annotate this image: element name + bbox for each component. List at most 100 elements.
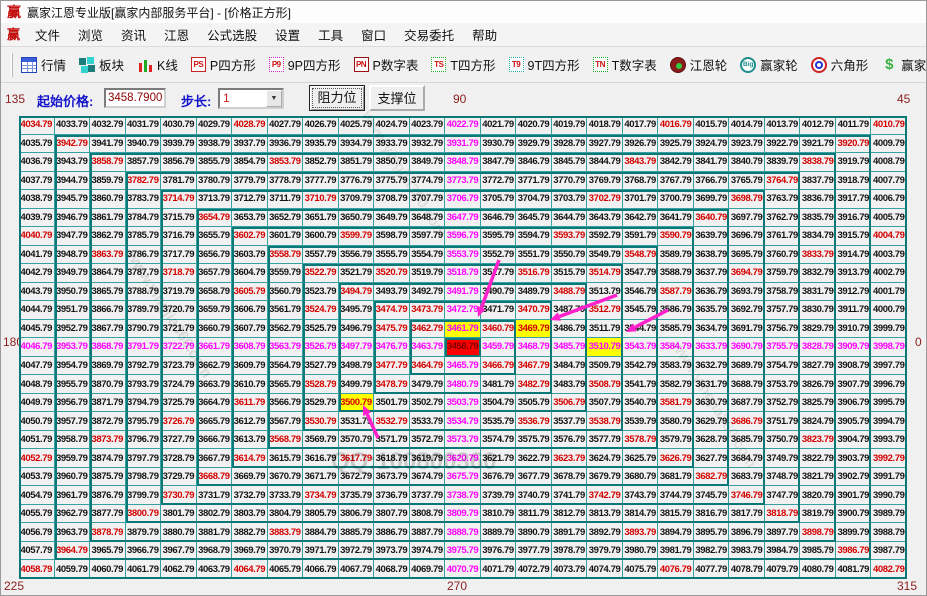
price-cell[interactable]: 3941.79	[90, 135, 126, 154]
price-cell[interactable]: 3661.79	[197, 338, 233, 357]
price-cell[interactable]: 4043.79	[19, 283, 55, 302]
price-cell[interactable]: 3859.79	[90, 172, 126, 191]
price-cell[interactable]: 3727.79	[161, 431, 197, 450]
price-cell[interactable]: 3763.79	[765, 190, 801, 209]
price-cell[interactable]: 3869.79	[90, 357, 126, 376]
price-cell[interactable]: 3550.79	[552, 246, 588, 265]
price-cell[interactable]: 3867.79	[90, 320, 126, 339]
resistance-button[interactable]: 阻力位	[309, 85, 365, 111]
price-cell[interactable]: 3613.79	[232, 431, 268, 450]
toolbar-button-赢家轮[interactable]: Big赢家轮	[740, 55, 798, 74]
price-cell[interactable]: 3644.79	[552, 209, 588, 228]
price-cell[interactable]: 4045.79	[19, 320, 55, 339]
price-cell[interactable]: 3992.79	[871, 449, 907, 468]
price-cell[interactable]: 3539.79	[623, 412, 659, 431]
price-cell[interactable]: 3895.79	[694, 523, 730, 542]
price-cell[interactable]: 4036.79	[19, 153, 55, 172]
price-cell[interactable]: 3892.79	[587, 523, 623, 542]
price-cell[interactable]: 3774.79	[410, 172, 446, 191]
price-cell[interactable]: 3506.79	[552, 394, 588, 413]
price-cell[interactable]: 3876.79	[90, 486, 126, 505]
price-cell[interactable]: 3608.79	[232, 338, 268, 357]
price-cell[interactable]: 3545.79	[623, 301, 659, 320]
price-cell[interactable]: 3707.79	[410, 190, 446, 209]
price-cell[interactable]: 3857.79	[126, 153, 162, 172]
price-cell[interactable]: 3853.79	[268, 153, 304, 172]
price-cell[interactable]: 3521.79	[339, 264, 375, 283]
price-cell[interactable]: 3792.79	[126, 357, 162, 376]
price-cell[interactable]: 3851.79	[339, 153, 375, 172]
toolbar-button-P四方形[interactable]: PSP四方形	[191, 55, 256, 74]
menu-item-江恩[interactable]: 江恩	[155, 25, 198, 44]
price-cell[interactable]: 3927.79	[587, 135, 623, 154]
price-cell[interactable]: 3679.79	[587, 468, 623, 487]
price-cell[interactable]: 3518.79	[445, 264, 481, 283]
price-cell[interactable]: 3855.79	[197, 153, 233, 172]
price-cell[interactable]: 3628.79	[694, 431, 730, 450]
price-cell[interactable]: 3841.79	[694, 153, 730, 172]
price-cell[interactable]: 3772.79	[481, 172, 517, 191]
price-cell[interactable]: 4044.79	[19, 301, 55, 320]
price-cell[interactable]: 3928.79	[552, 135, 588, 154]
price-cell[interactable]: 3816.79	[694, 505, 730, 524]
price-cell[interactable]: 3902.79	[836, 468, 872, 487]
price-cell[interactable]: 3463.79	[410, 338, 446, 357]
price-cell[interactable]: 4019.79	[552, 116, 588, 135]
price-cell[interactable]: 3625.79	[623, 449, 659, 468]
price-cell[interactable]: 3566.79	[268, 394, 304, 413]
toolbar-button-板块[interactable]: 板块	[79, 55, 124, 74]
toolbar-button-六角形[interactable]: 六角形	[811, 55, 869, 74]
price-cell[interactable]: 3687.79	[729, 394, 765, 413]
price-cell[interactable]: 4055.79	[19, 505, 55, 524]
price-cell[interactable]: 4079.79	[765, 560, 801, 579]
price-cell[interactable]: 3634.79	[694, 320, 730, 339]
price-cell[interactable]: 3999.79	[871, 320, 907, 339]
price-cell[interactable]: 3874.79	[90, 449, 126, 468]
price-cell[interactable]: 3843.79	[623, 153, 659, 172]
price-cell[interactable]: 3856.79	[161, 153, 197, 172]
price-cell[interactable]: 3883.79	[268, 523, 304, 542]
price-cell[interactable]: 3714.79	[161, 190, 197, 209]
price-cell[interactable]: 3822.79	[800, 449, 836, 468]
price-cell[interactable]: 3621.79	[481, 449, 517, 468]
price-cell[interactable]: 3745.79	[694, 486, 730, 505]
price-cell[interactable]: 4076.79	[658, 560, 694, 579]
price-cell[interactable]: 3526.79	[303, 338, 339, 357]
price-cell[interactable]: 3494.79	[339, 283, 375, 302]
price-cell[interactable]: 3620.79	[445, 449, 481, 468]
price-cell[interactable]: 3901.79	[836, 486, 872, 505]
price-cell[interactable]: 3715.79	[161, 209, 197, 228]
support-button[interactable]: 支撑位	[369, 85, 425, 111]
price-cell[interactable]: 3973.79	[374, 542, 410, 561]
price-cell[interactable]: 3597.79	[410, 227, 446, 246]
price-cell[interactable]: 3766.79	[694, 172, 730, 191]
price-cell[interactable]: 4052.79	[19, 449, 55, 468]
price-cell[interactable]: 3580.79	[658, 412, 694, 431]
price-cell[interactable]: 3971.79	[303, 542, 339, 561]
price-cell[interactable]: 3964.79	[55, 542, 91, 561]
price-cell[interactable]: 3669.79	[232, 468, 268, 487]
price-cell[interactable]: 3501.79	[374, 394, 410, 413]
price-cell[interactable]: 3882.79	[232, 523, 268, 542]
price-cell[interactable]: 3553.79	[445, 246, 481, 265]
price-cell[interactable]: 3915.79	[836, 227, 872, 246]
price-cell[interactable]: 3789.79	[126, 301, 162, 320]
menu-item-交易委托[interactable]: 交易委托	[395, 25, 463, 44]
price-cell[interactable]: 3544.79	[623, 320, 659, 339]
price-cell[interactable]: 4025.79	[339, 116, 375, 135]
price-cell[interactable]: 3862.79	[90, 227, 126, 246]
price-cell[interactable]: 3556.79	[339, 246, 375, 265]
price-cell[interactable]: 3812.79	[552, 505, 588, 524]
price-cell[interactable]: 3989.79	[871, 505, 907, 524]
price-cell[interactable]: 3783.79	[126, 190, 162, 209]
price-cell[interactable]: 3652.79	[268, 209, 304, 228]
price-cell[interactable]: 3579.79	[658, 431, 694, 450]
price-cell[interactable]: 3676.79	[481, 468, 517, 487]
price-cell[interactable]: 3681.79	[658, 468, 694, 487]
price-cell[interactable]: 3988.79	[871, 523, 907, 542]
price-cell[interactable]: 3627.79	[694, 449, 730, 468]
price-cell[interactable]: 3807.79	[374, 505, 410, 524]
price-cell[interactable]: 3932.79	[410, 135, 446, 154]
price-cell[interactable]: 3609.79	[232, 357, 268, 376]
chevron-down-icon[interactable]: ▼	[266, 90, 282, 107]
